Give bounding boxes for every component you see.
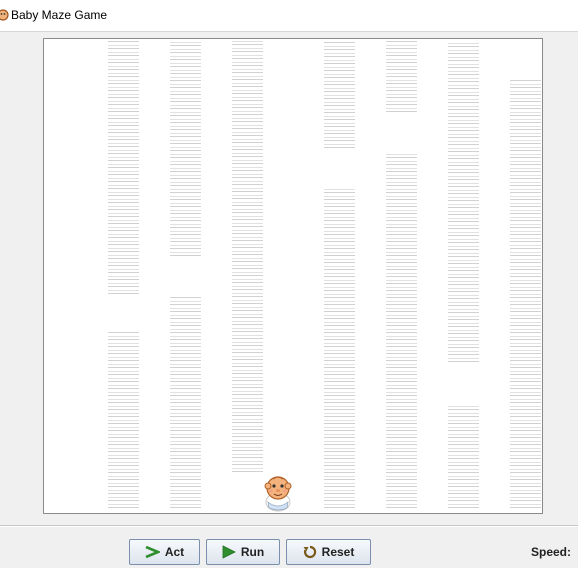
maze-wall [448, 41, 479, 365]
maze-world[interactable] [43, 38, 543, 514]
act-label: Act [164, 545, 185, 559]
reset-label: Reset [321, 545, 355, 559]
maze-wall [386, 41, 417, 115]
act-arrow-icon [145, 546, 160, 558]
maze-wall [510, 79, 541, 511]
divider [0, 526, 578, 527]
reset-button[interactable]: Reset [286, 539, 371, 565]
maze-wall [386, 151, 417, 511]
baby-actor[interactable] [261, 474, 295, 512]
speed-label: Speed: [531, 545, 572, 559]
window-title: Baby Maze Game [11, 8, 108, 22]
maze-wall [108, 331, 139, 511]
run-label: Run [240, 545, 265, 559]
reset-icon [303, 545, 316, 559]
run-button[interactable]: Run [206, 539, 280, 565]
title-bar: Baby Maze Game [0, 0, 578, 32]
act-button[interactable]: Act [129, 539, 200, 565]
maze-wall [448, 403, 479, 511]
maze-wall [232, 41, 263, 475]
maze-wall [108, 41, 139, 297]
play-icon [222, 545, 236, 559]
app-icon [0, 9, 9, 21]
maze-wall [170, 295, 201, 511]
maze-wall [170, 41, 201, 259]
maze-wall [324, 187, 355, 511]
maze-wall [324, 41, 355, 151]
